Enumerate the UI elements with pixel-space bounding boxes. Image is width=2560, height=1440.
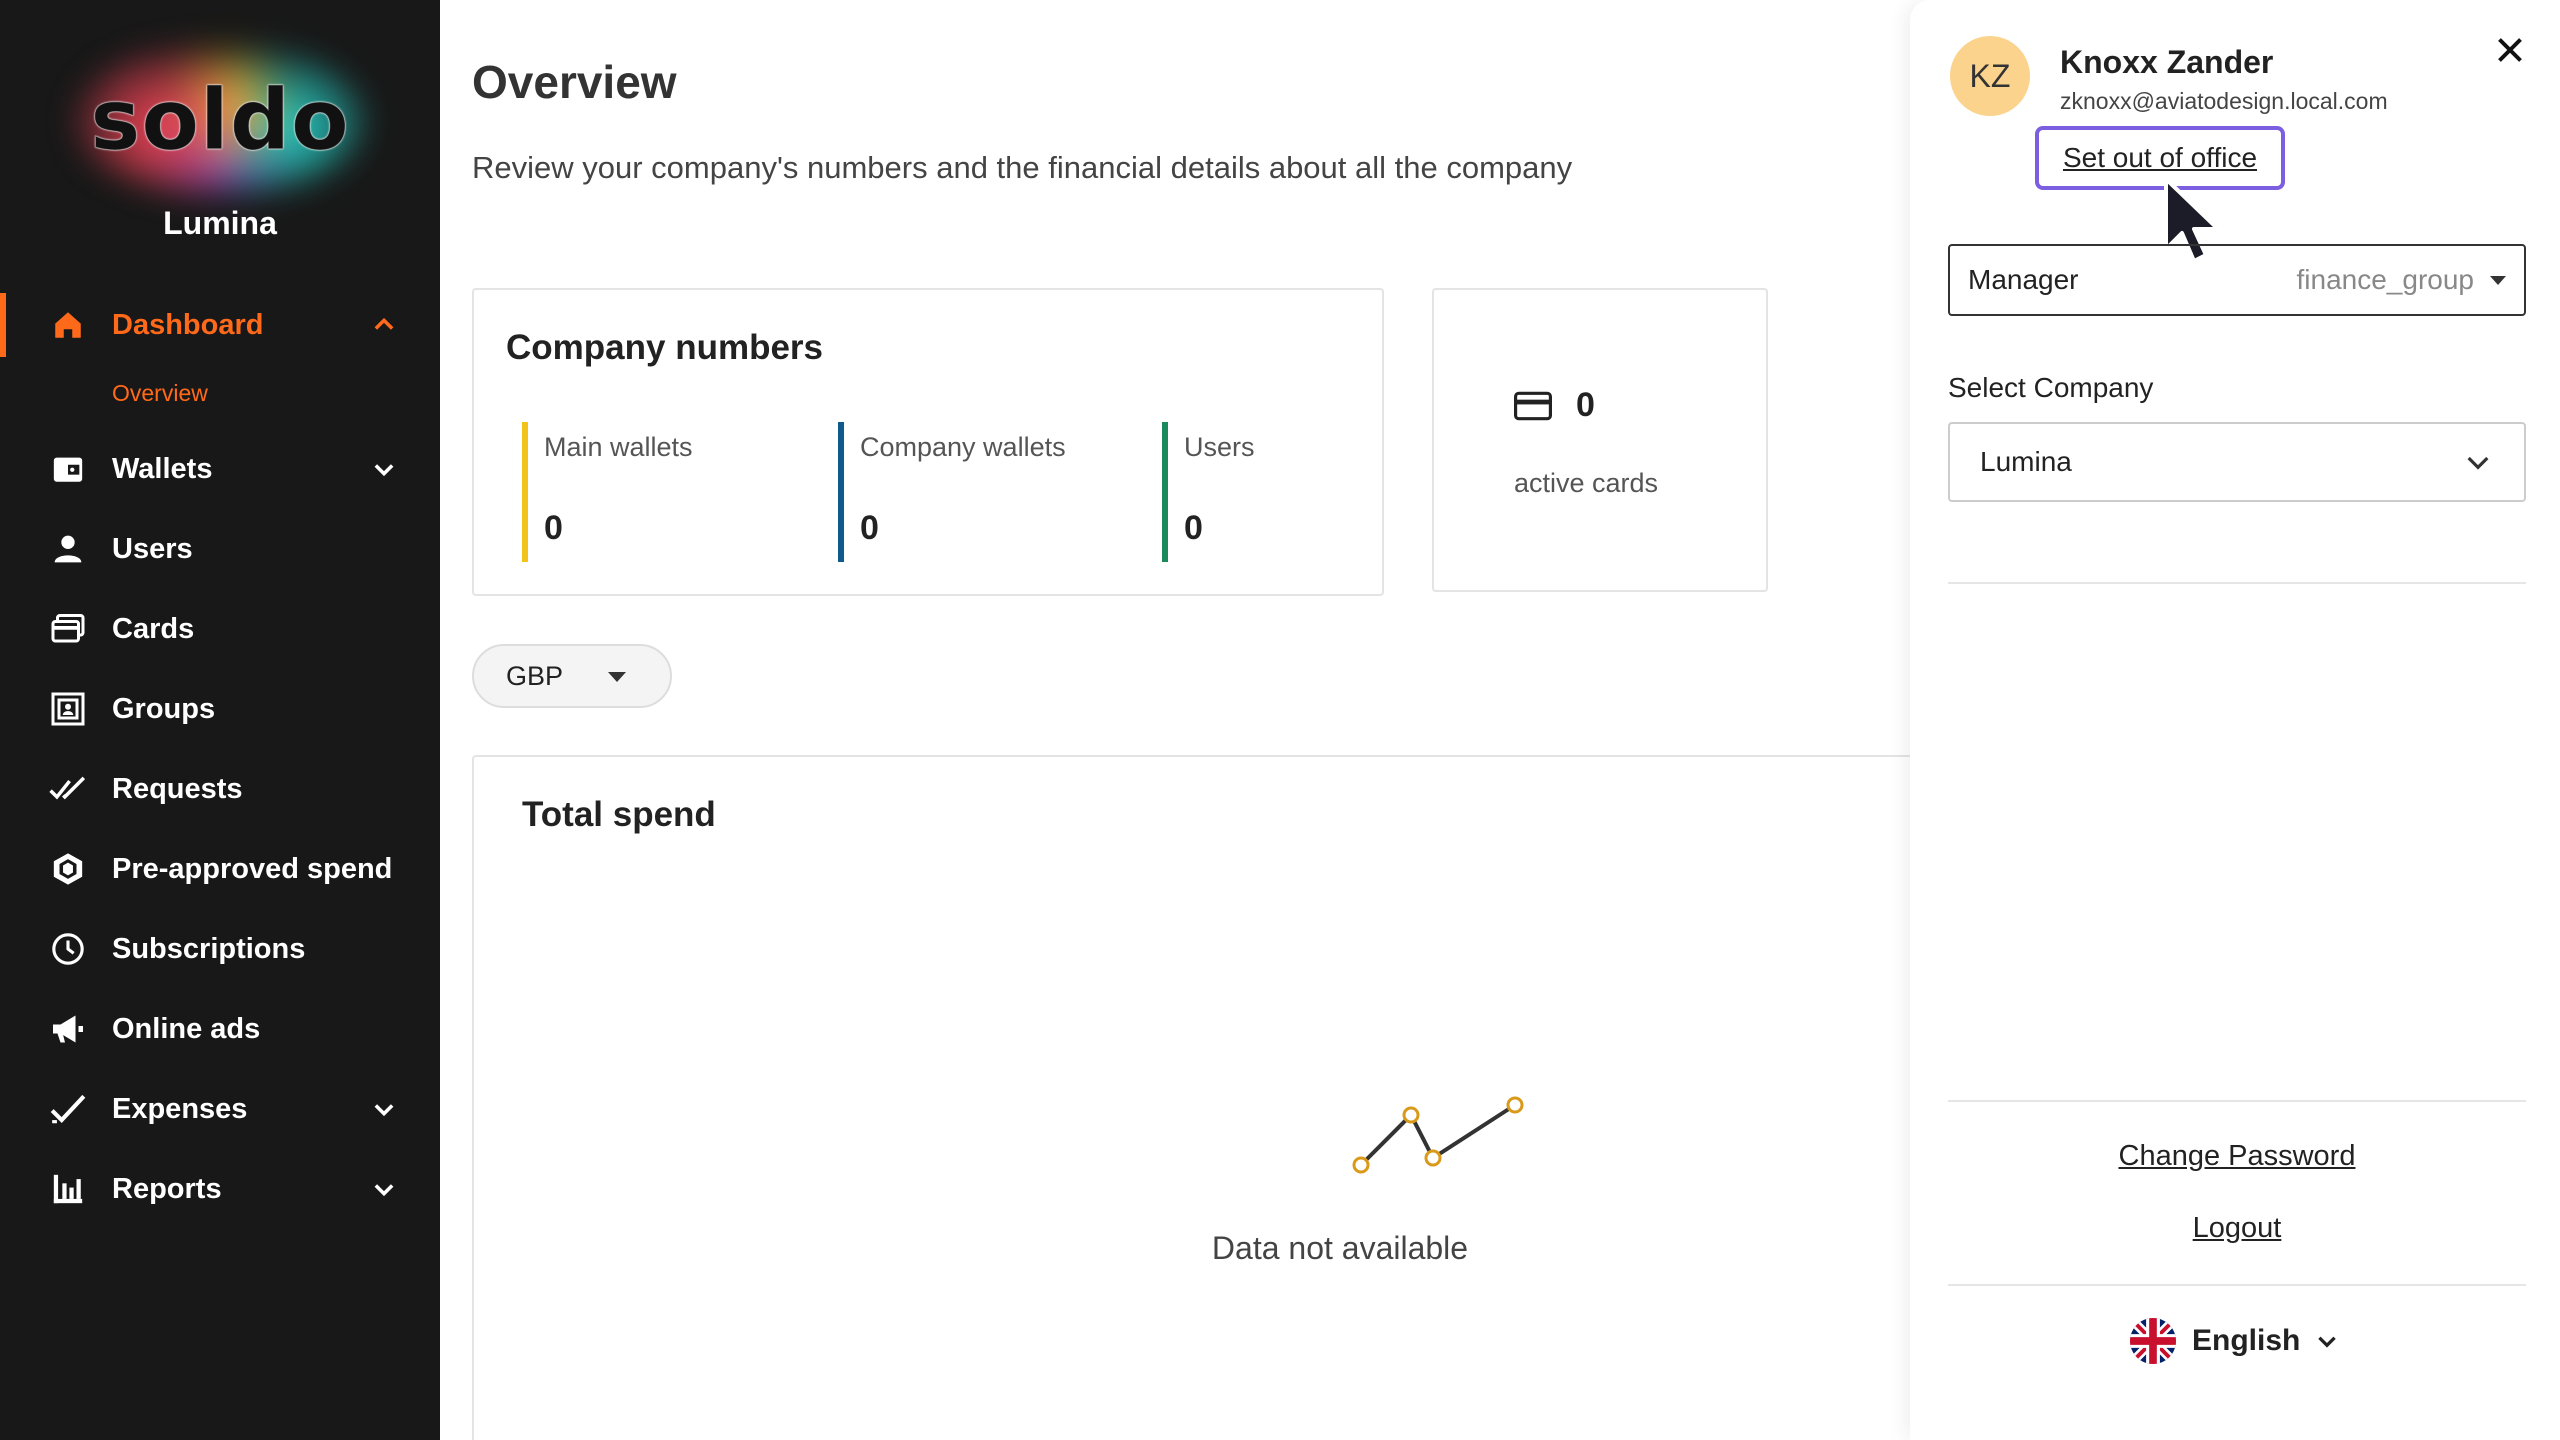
groups-icon (48, 689, 88, 729)
sidebar-item-wallets[interactable]: Wallets (0, 429, 440, 509)
soldo-logo[interactable]: soldo (0, 40, 440, 200)
sidebar-item-label: Wallets (112, 452, 213, 485)
metric-value: 0 (1184, 509, 1203, 547)
cards-icon (48, 609, 88, 649)
select-company-label: Select Company (1948, 372, 2154, 403)
megaphone-icon (48, 1009, 88, 1049)
close-icon[interactable] (2492, 32, 2528, 68)
role-select[interactable]: Manager finance_group (1948, 244, 2526, 316)
no-data-label: Data not available (1211, 1230, 1469, 1266)
sidebar-item-label: Cards (112, 612, 195, 645)
currency-value: GBP (506, 660, 564, 691)
logo-text: soldo (90, 71, 350, 170)
avatar: KZ (1950, 36, 2030, 116)
user-icon (48, 529, 88, 569)
user-name: Knoxx Zander (2060, 44, 2274, 80)
divider (1948, 1100, 2526, 1102)
sidebar-item-label: Users (112, 532, 193, 565)
active-cards-label: active cards (1514, 468, 1659, 498)
page-title: Overview (472, 56, 677, 108)
divider (1948, 582, 2526, 584)
divider (1948, 1284, 2526, 1286)
checkmark-icon (48, 1089, 88, 1129)
sidebar-item-dashboard[interactable]: Dashboard (0, 285, 440, 365)
metric-main-wallets[interactable]: Main wallets 0 (506, 422, 693, 562)
sidebar-item-preapproved-spend[interactable]: Pre-approved spend (0, 829, 440, 909)
metric-label: Main wallets (544, 432, 693, 462)
main-content: Overview Review your company's numbers a… (440, 0, 1942, 1440)
home-icon (48, 305, 88, 345)
chevron-down-icon (2467, 456, 2489, 470)
chevron-down-icon[interactable] (370, 1175, 398, 1203)
metric-bar (1162, 422, 1168, 562)
sidebar-item-label: Groups (112, 692, 216, 725)
language-select[interactable]: English (2130, 1318, 2340, 1364)
sidebar-item-label: Subscriptions (112, 932, 306, 965)
sidebar-item-groups[interactable]: Groups (0, 669, 440, 749)
sidebar: soldo Lumina Dashboard Overview Wallets … (0, 0, 440, 1440)
sidebar-item-label: Reports (112, 1172, 222, 1205)
metric-label: Users (1184, 432, 1255, 462)
no-data-chart-icon (1352, 1096, 1524, 1174)
chevron-down-icon[interactable] (370, 455, 398, 483)
sidebar-item-cards[interactable]: Cards (0, 589, 440, 669)
wallet-icon (48, 449, 88, 489)
metric-company-wallets[interactable]: Company wallets 0 (822, 422, 1066, 562)
chevron-down-icon (2318, 1336, 2337, 1348)
company-name: Lumina (163, 205, 277, 241)
chevron-up-icon[interactable] (370, 311, 398, 339)
company-select[interactable]: Lumina (1948, 422, 2526, 502)
clock-icon (48, 929, 88, 969)
bar-chart-icon (48, 1169, 88, 1209)
sidebar-item-reports[interactable]: Reports (0, 1149, 440, 1229)
logout-link[interactable]: Logout (1948, 1212, 2526, 1245)
caret-down-icon (2490, 275, 2506, 285)
role-label: Manager (1968, 264, 2079, 295)
main-nav: Dashboard Overview Wallets Users Cards G… (0, 285, 440, 1229)
language-label: English (2192, 1324, 2301, 1357)
sidebar-item-label: Online ads (112, 1012, 261, 1045)
active-cards-card[interactable]: 0 active cards (1432, 288, 1768, 592)
sidebar-subitem-overview[interactable]: Overview (0, 365, 440, 421)
uk-flag-icon (2130, 1318, 2176, 1364)
currency-select[interactable]: GBP (472, 644, 672, 708)
sidebar-item-label: Expenses (112, 1092, 248, 1125)
chevron-down-icon[interactable] (370, 1095, 398, 1123)
sidebar-item-label: Pre-approved spend (112, 852, 393, 885)
total-spend-card: Total spend (472, 755, 1942, 1440)
sidebar-item-expenses[interactable]: Expenses (0, 1069, 440, 1149)
metric-users[interactable]: Users 0 (1146, 422, 1255, 562)
company-numbers-card: Company numbers Main wallets 0 Company w… (472, 288, 1384, 596)
metric-value: 0 (544, 509, 563, 547)
sidebar-item-label: Dashboard (112, 308, 264, 341)
active-cards-row: 0 (1514, 386, 1595, 425)
sidebar-item-online-ads[interactable]: Online ads (0, 989, 440, 1069)
company-select-value: Lumina (1980, 446, 2072, 477)
caret-down-icon (608, 672, 626, 682)
role-value: finance_group (2296, 264, 2474, 295)
metric-value: 0 (860, 509, 879, 547)
credit-card-icon (1514, 391, 1552, 420)
metric-label: Company wallets (860, 432, 1066, 462)
metric-bar (522, 422, 528, 562)
card-title: Company numbers (506, 328, 823, 367)
sidebar-item-label: Requests (112, 772, 243, 805)
sidebar-item-requests[interactable]: Requests (0, 749, 440, 829)
user-email: zknoxx@aviatodesign.local.com (2060, 88, 2388, 114)
sidebar-item-users[interactable]: Users (0, 509, 440, 589)
page-subtitle: Review your company's numbers and the fi… (472, 150, 1573, 185)
active-cards-value: 0 (1576, 386, 1595, 424)
card-title: Total spend (522, 795, 716, 834)
sidebar-item-subscriptions[interactable]: Subscriptions (0, 909, 440, 989)
change-password-link[interactable]: Change Password (1948, 1140, 2526, 1173)
double-check-icon (48, 769, 88, 809)
hexagon-icon (48, 849, 88, 889)
metric-bar (838, 422, 844, 562)
user-profile-panel: KZ Knoxx Zander zknoxx@aviatodesign.loca… (1910, 0, 2560, 1440)
